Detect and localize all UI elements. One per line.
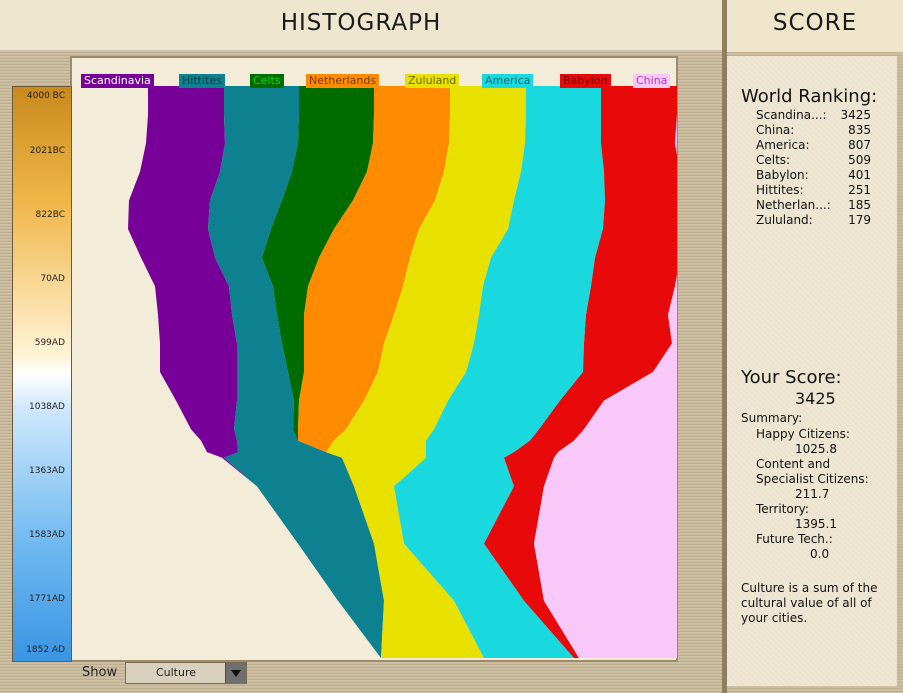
timeline-tick: 822BC [35, 210, 65, 220]
histograph-title: HISTOGRAPH [280, 10, 442, 36]
legend-zululand[interactable]: Zululand [405, 74, 460, 88]
content-specialist-value: 211.7 [795, 487, 830, 501]
future-tech-label: Future Tech.: [756, 532, 833, 546]
score-title: SCORE [772, 10, 858, 36]
score-header: SCORE [727, 0, 903, 52]
your-score-title: Your Score: [741, 367, 842, 388]
territory-label: Territory: [756, 502, 809, 516]
content-specialist-label-2: Specialist Citizens: [756, 472, 869, 486]
histograph-header: HISTOGRAPH [0, 0, 722, 52]
show-dropdown[interactable]: Culture [125, 662, 247, 684]
timeline-tick: 4000 BC [26, 91, 65, 101]
legend-celts[interactable]: Celts [250, 74, 284, 88]
show-label: Show [82, 665, 118, 680]
timeline-tick: 599AD [34, 338, 65, 348]
summary-label: Summary: [741, 411, 803, 425]
culture-note-line-3: your cities. [741, 611, 808, 625]
future-tech-value: 0.0 [810, 547, 830, 561]
happy-citizens-label: Happy Citizens: [756, 427, 850, 441]
timeline-tick: 1363AD [29, 466, 65, 476]
legend-china[interactable]: China [633, 74, 671, 88]
culture-note-line-2: cultural value of all of [741, 596, 872, 610]
legend-babylon[interactable]: Babylon [560, 74, 611, 88]
show-selected-value: Culture [155, 666, 197, 679]
territory-value: 1395.1 [795, 517, 837, 531]
timeline-tick: 70AD [40, 274, 65, 284]
timeline-tick: 1038AD [29, 402, 65, 412]
timeline-tick: 1583AD [29, 530, 65, 540]
legend-hittites[interactable]: Hittites [179, 74, 225, 88]
timeline-tick: 1852 AD [26, 645, 65, 655]
timeline-scale: 4000 BC 2021BC 822BC 70AD 599AD 1038AD 1… [12, 86, 72, 662]
culture-note-line-1: Culture is a sum of the [741, 581, 878, 595]
legend-netherlands[interactable]: Netherlands [306, 74, 380, 88]
histograph-chart [128, 86, 677, 658]
legend-scandinavia[interactable]: Scandinavia [81, 74, 154, 88]
legend-america[interactable]: America [482, 74, 534, 88]
timeline-tick: 1771AD [29, 594, 65, 604]
happy-citizens-value: 1025.8 [795, 442, 837, 456]
dropdown-arrow-icon[interactable] [225, 663, 246, 683]
content-specialist-label: Content and [756, 457, 831, 471]
world-ranking-title: World Ranking: [741, 86, 878, 107]
timeline-tick: 2021BC [29, 146, 65, 156]
your-score-value: 3425 [795, 389, 836, 408]
